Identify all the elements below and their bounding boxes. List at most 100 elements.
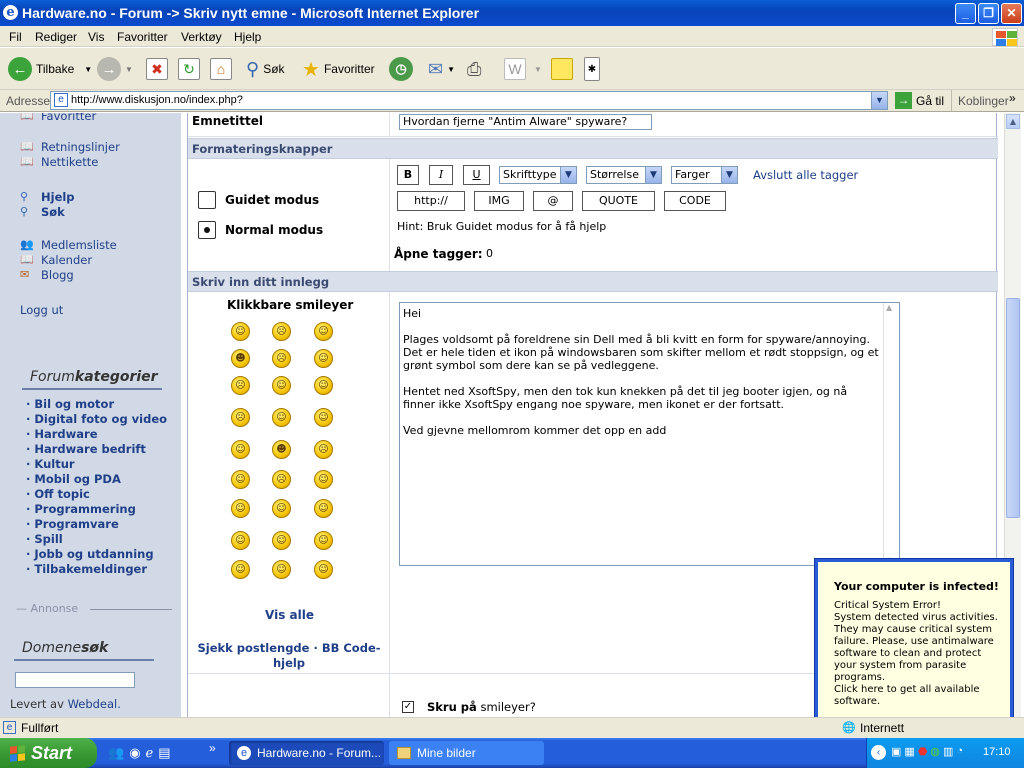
refresh-button[interactable]: ↻	[178, 56, 200, 82]
smiley-icon[interactable]: ☺	[272, 376, 291, 395]
category-item[interactable]: · Kultur	[26, 457, 75, 471]
domain-search-input[interactable]	[15, 672, 135, 688]
network-icon[interactable]: ▣	[891, 745, 901, 758]
code-button[interactable]: CODE	[664, 191, 726, 211]
ie-quick-icon[interactable]: ℯ	[146, 745, 154, 761]
sidebar-item-blog[interactable]: ✉ Blogg	[20, 268, 74, 282]
edit-button[interactable]: W ▼	[504, 56, 542, 82]
email-button[interactable]: @	[533, 191, 573, 211]
scroll-thumb[interactable]	[1006, 298, 1020, 518]
category-item[interactable]: · Digital foto og video	[26, 412, 167, 426]
show-hidden-icons-icon[interactable]: ‹	[871, 745, 886, 760]
category-item[interactable]: · Hardware	[26, 427, 98, 441]
scroll-up-icon[interactable]: ▲	[886, 303, 892, 312]
smiley-icon[interactable]: ☹	[314, 440, 333, 459]
sidebar-item-logout[interactable]: Logg ut	[20, 303, 63, 317]
menu-view[interactable]: Vis	[88, 30, 104, 44]
sidebar-item-guidelines[interactable]: 📖 Retningslinjer	[20, 140, 120, 154]
history-button[interactable]: ◷	[389, 56, 413, 82]
enable-smileys-checkbox[interactable]: ✓	[402, 701, 414, 713]
maximize-button[interactable]: ❐	[978, 3, 999, 24]
smiley-icon[interactable]: ☻	[231, 349, 250, 368]
italic-button[interactable]: I	[429, 165, 453, 185]
supplier-link[interactable]: Webdeal.	[68, 697, 121, 711]
category-item[interactable]: · Programmering	[26, 502, 136, 516]
stop-sign-icon[interactable]: ⬣	[918, 745, 928, 758]
category-item[interactable]: · Tilbakemeldinger	[26, 562, 147, 576]
smiley-icon[interactable]: ☺	[314, 349, 333, 368]
color-select[interactable]: Farger ▼	[671, 166, 738, 184]
menu-edit[interactable]: Rediger	[35, 30, 77, 44]
media-icon[interactable]: ◉	[129, 745, 140, 761]
mail-button[interactable]: ✉ ▼	[428, 56, 455, 82]
post-length-link[interactable]: Sjekk postlengde · BB Code-hjelp	[196, 641, 382, 671]
smiley-icon[interactable]: ☹	[272, 349, 291, 368]
img-button[interactable]: IMG	[474, 191, 524, 211]
smiley-icon[interactable]: ☺	[231, 322, 250, 341]
sidebar-item-netiquette[interactable]: 📖 Nettikette	[20, 155, 98, 169]
search-button[interactable]: ⚲ Søk	[246, 56, 285, 82]
post-textarea[interactable]: Hei Plages voldsomt på foreldrene sin De…	[399, 302, 900, 566]
menu-help[interactable]: Hjelp	[234, 30, 261, 44]
smiley-icon[interactable]: ☹	[231, 408, 250, 427]
home-button[interactable]: ⌂	[210, 56, 232, 82]
display-icon[interactable]: ▦	[904, 745, 914, 758]
smiley-icon[interactable]: ☺	[272, 408, 291, 427]
smiley-icon[interactable]: ☹	[231, 376, 250, 395]
smiley-icon[interactable]: ☺	[231, 440, 250, 459]
smiley-icon[interactable]: ☺	[231, 499, 250, 518]
go-button[interactable]: → Gå til	[895, 92, 944, 109]
category-item[interactable]: · Mobil og PDA	[26, 472, 121, 486]
links-label[interactable]: Koblinger	[958, 94, 1009, 108]
category-item[interactable]: · Off topic	[26, 487, 90, 501]
stop-button[interactable]: ✖	[146, 56, 168, 82]
globe-icon[interactable]: ◍	[930, 745, 940, 758]
desktop-icon[interactable]: ▤	[158, 745, 170, 761]
taskbar-item-ie[interactable]: e Hardware.no - Forum...	[229, 741, 384, 765]
sidebar-item-help[interactable]: ⚲ Hjelp	[20, 190, 75, 204]
guided-mode-radio[interactable]	[198, 191, 216, 209]
smiley-icon[interactable]: ☺	[314, 376, 333, 395]
usb-icon[interactable]: ▥	[943, 745, 953, 758]
category-item[interactable]: · Programvare	[26, 517, 119, 531]
menu-file[interactable]: Fil	[9, 30, 22, 44]
taskbar-item-pictures[interactable]: Mine bilder	[389, 741, 544, 765]
category-item[interactable]: · Hardware bedrift	[26, 442, 146, 456]
subject-input[interactable]: Hvordan fjerne "Antim Alware" spyware?	[399, 114, 652, 130]
back-button[interactable]: ← Tilbake ▼	[8, 56, 92, 82]
smiley-icon[interactable]: ☺	[231, 470, 250, 489]
sidebar-item-search[interactable]: ⚲ Søk	[20, 205, 65, 219]
smiley-icon[interactable]: ☹	[272, 470, 291, 489]
bold-button[interactable]: B	[397, 165, 419, 185]
url-button[interactable]: http://	[397, 191, 465, 211]
forward-button[interactable]: → ▼	[97, 56, 133, 82]
smiley-icon[interactable]: ☺	[272, 499, 291, 518]
print-button[interactable]: ⎙	[467, 56, 481, 82]
smiley-icon[interactable]: ☺	[314, 408, 333, 427]
discuss-button[interactable]	[551, 56, 573, 82]
minimize-button[interactable]: _	[955, 3, 976, 24]
infection-popup[interactable]: Your computer is infected! Critical Syst…	[815, 559, 1013, 726]
smiley-icon[interactable]: ☺	[314, 531, 333, 550]
start-button[interactable]: Start	[0, 738, 97, 768]
textarea-scrollbar[interactable]: ▲ ▼	[883, 303, 899, 565]
font-select[interactable]: Skrifttype ▼	[499, 166, 577, 184]
address-dropdown-icon[interactable]: ▼	[871, 92, 887, 109]
sidebar-item-members[interactable]: 👥 Medlemsliste	[20, 238, 117, 252]
volume-icon[interactable]: ◔	[956, 745, 963, 758]
show-all-link[interactable]: Vis alle	[265, 608, 314, 622]
smiley-icon[interactable]: ☺	[314, 470, 333, 489]
menu-favorites[interactable]: Favoritter	[117, 30, 168, 44]
smiley-icon[interactable]: ☹	[272, 322, 291, 341]
quote-button[interactable]: QUOTE	[582, 191, 655, 211]
smiley-icon[interactable]: ☺	[314, 560, 333, 579]
menu-tools[interactable]: Verktøy	[181, 30, 222, 44]
normal-mode-radio[interactable]	[198, 221, 216, 239]
underline-button[interactable]: U	[463, 165, 490, 185]
chevron-right-icon[interactable]: »	[1009, 91, 1016, 105]
smiley-icon[interactable]: ☺	[231, 531, 250, 550]
smiley-icon[interactable]: ☺	[272, 560, 291, 579]
chevron-right-icon[interactable]: »	[209, 741, 216, 755]
size-select[interactable]: Størrelse ▼	[586, 166, 662, 184]
close-button[interactable]: ✕	[1001, 3, 1022, 24]
